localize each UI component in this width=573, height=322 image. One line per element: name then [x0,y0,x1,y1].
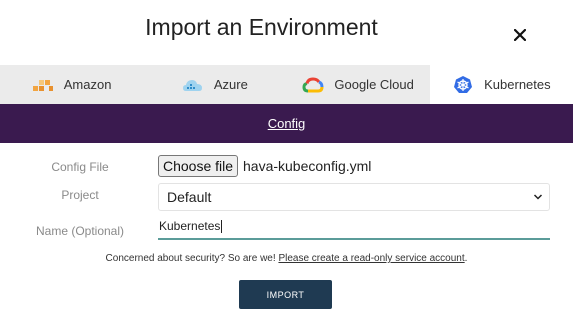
read-only-account-link[interactable]: Please create a read-only service accoun… [278,253,464,264]
security-note: Concerned about security? So are we! Ple… [0,253,573,264]
project-label: Project [61,188,99,202]
kubernetes-icon [452,75,474,95]
tab-amazon[interactable]: Amazon [0,65,143,104]
name-input-value: Kubernetes [159,219,221,233]
google-cloud-icon [302,75,324,95]
tab-azure-label: Azure [213,77,248,92]
tab-google-cloud-label: Google Cloud [334,77,414,92]
azure-icon [182,75,204,95]
choose-file-button[interactable]: Choose file [158,155,238,177]
dialog-title: Import an Environment [145,14,378,40]
selected-file-name: hava-kubeconfig.yml [243,158,372,174]
project-select[interactable]: Default [158,183,550,211]
tab-config[interactable]: Config [268,116,306,131]
project-select-value: Default [167,189,212,205]
text-cursor [221,219,223,233]
close-button[interactable] [509,24,531,46]
tab-kubernetes[interactable]: Kubernetes [429,65,573,104]
chevron-down-icon [533,194,543,200]
tab-kubernetes-label: Kubernetes [484,77,551,92]
name-label: Name (Optional) [35,224,125,238]
aws-icon [32,75,54,95]
close-icon [514,29,526,41]
config-bar: Config [0,104,573,143]
tab-azure[interactable]: Azure [143,65,286,104]
import-button[interactable]: IMPORT [239,280,332,309]
security-text: Concerned about security? So are we! [105,253,279,264]
tab-amazon-label: Amazon [63,77,112,92]
name-input[interactable]: Kubernetes [158,214,550,240]
config-file-label: Config File [51,160,109,174]
tab-google-cloud[interactable]: Google Cloud [287,65,430,104]
security-suffix: . [464,253,468,264]
provider-tabs: Amazon Azure Google Cloud Kubernetes [0,65,573,104]
